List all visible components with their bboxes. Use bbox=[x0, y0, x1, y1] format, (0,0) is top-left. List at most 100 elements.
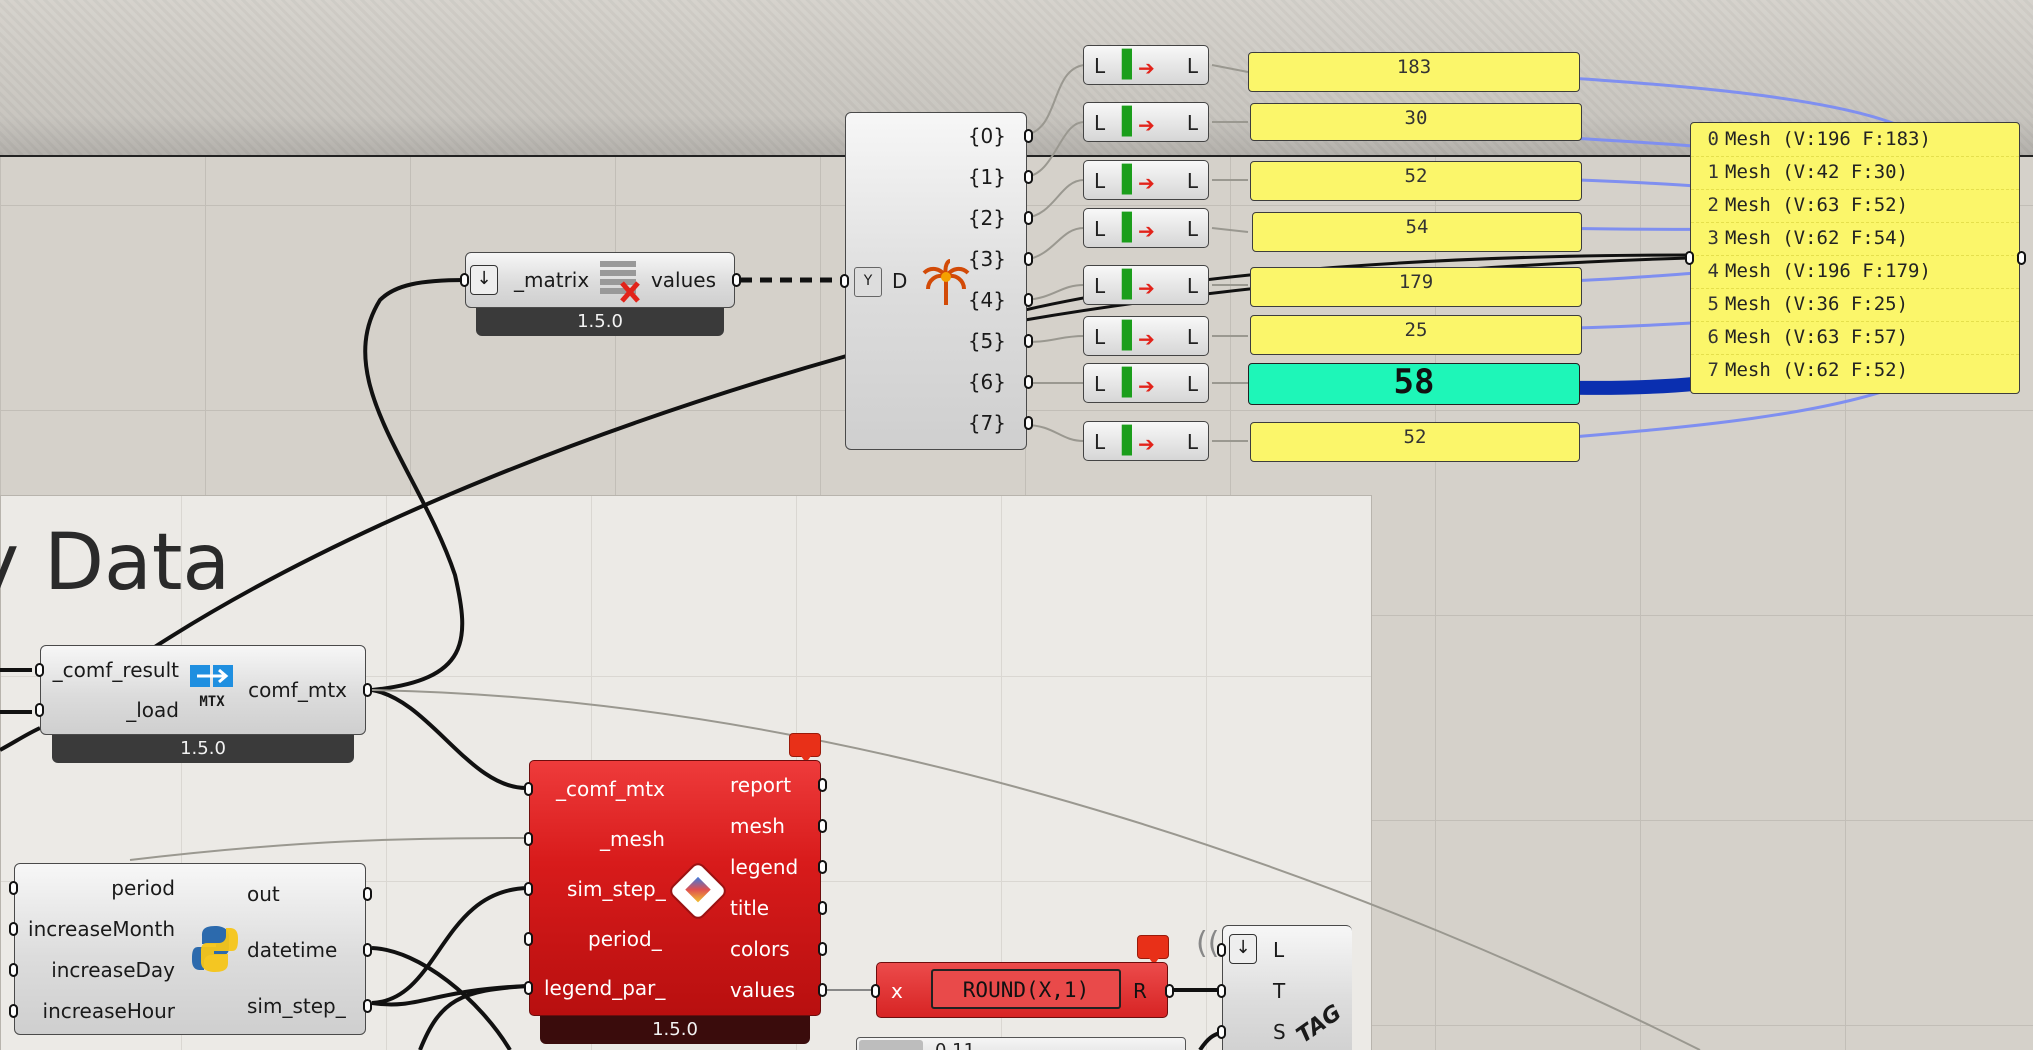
list-item-switch-0[interactable]: L ▌ ➔ L bbox=[1083, 45, 1209, 85]
tag-s-port[interactable] bbox=[1217, 1025, 1226, 1039]
list-item-switch-2[interactable]: L ▌ ➔ L bbox=[1083, 160, 1209, 200]
value-panel-3[interactable]: 54 bbox=[1252, 212, 1582, 252]
datetime-port[interactable] bbox=[363, 943, 372, 957]
value-panel-4[interactable]: 179 bbox=[1250, 267, 1582, 307]
value-panel-2[interactable]: 52 bbox=[1250, 161, 1582, 201]
tree-input-port[interactable] bbox=[840, 274, 849, 288]
comf-mtx-port[interactable] bbox=[524, 782, 533, 796]
recipe-version-badge: 1.5.0 bbox=[540, 1016, 810, 1044]
comfort-recipe-component[interactable]: _comf_mtx _mesh sim_step_ period_ legend… bbox=[524, 760, 827, 1016]
panel-value: 183 bbox=[1396, 56, 1432, 78]
list-item-arrow-icon: ➔ bbox=[1138, 374, 1155, 398]
tree-output-port-7[interactable] bbox=[1024, 416, 1033, 430]
value-panel-7[interactable]: 52 bbox=[1250, 422, 1580, 462]
expression-text-box[interactable]: ROUND(X,1) bbox=[931, 969, 1121, 1009]
wire-tree-switch-4 bbox=[1024, 284, 1085, 301]
tree-output-port-6[interactable] bbox=[1024, 375, 1033, 389]
tree-output-port-2[interactable] bbox=[1024, 211, 1033, 225]
period-port[interactable] bbox=[524, 932, 533, 946]
list-item-switch-5[interactable]: L ▌ ➔ L bbox=[1083, 316, 1209, 356]
mesh-list-input-port[interactable] bbox=[1685, 251, 1694, 265]
mesh-list-item: 2 Mesh (V:63 F:52) bbox=[1691, 189, 2019, 223]
mesh-index: 0 bbox=[1707, 128, 1719, 150]
increase-hour-port[interactable] bbox=[9, 1004, 18, 1018]
mesh-text: Mesh (V:63 F:57) bbox=[1725, 326, 1909, 348]
legend-output-label: legend bbox=[730, 855, 799, 879]
wire-tree-switch-1 bbox=[1024, 121, 1085, 178]
expression-input-label: x bbox=[891, 979, 903, 1003]
expression-component[interactable]: x ROUND(X,1) R bbox=[871, 962, 1174, 1018]
mesh-list-output-port[interactable] bbox=[2017, 251, 2026, 265]
tree-output-port-5[interactable] bbox=[1024, 334, 1033, 348]
comf-mtx-output-port[interactable] bbox=[363, 683, 372, 697]
number-slider[interactable]: 0.11 bbox=[856, 1037, 1186, 1050]
sim-step-port[interactable] bbox=[524, 882, 533, 896]
period-port[interactable] bbox=[9, 881, 18, 895]
tag-t-port[interactable] bbox=[1217, 984, 1226, 998]
list-item-switch-4[interactable]: L ▌ ➔ L bbox=[1083, 265, 1209, 305]
matrix-input-port[interactable] bbox=[460, 273, 469, 287]
slider-handle[interactable] bbox=[859, 1040, 923, 1050]
value-panel-0[interactable]: 183 bbox=[1248, 52, 1580, 92]
list-item-switch-7[interactable]: L ▌ ➔ L bbox=[1083, 421, 1209, 461]
tag-l-port[interactable] bbox=[1217, 943, 1226, 957]
value-panel-1[interactable]: 30 bbox=[1250, 103, 1582, 141]
mesh-text: Mesh (V:196 F:179) bbox=[1725, 260, 1931, 282]
increase-month-port[interactable] bbox=[9, 922, 18, 936]
list-item-switch-6[interactable]: L ▌ ➔ L bbox=[1083, 363, 1209, 403]
mesh-index: 1 bbox=[1707, 161, 1719, 183]
report-port[interactable] bbox=[818, 778, 827, 792]
expression-input-port[interactable] bbox=[871, 984, 880, 998]
colors-port[interactable] bbox=[818, 942, 827, 956]
value-panel-6-selected[interactable]: 58 bbox=[1248, 362, 1580, 405]
switch-left-label: L bbox=[1094, 217, 1106, 241]
legend-par-input-label: legend_par_ bbox=[544, 976, 666, 1000]
switch-right-label: L bbox=[1186, 169, 1198, 193]
grasshopper-canvas[interactable]: y Data bbox=[0, 0, 2033, 1050]
values-port[interactable] bbox=[818, 983, 827, 997]
mesh-out-port[interactable] bbox=[818, 819, 827, 833]
switch-right-label: L bbox=[1186, 111, 1198, 135]
increase-day-input-label: increaseDay bbox=[51, 958, 175, 982]
mesh-list-panel[interactable]: 0 Mesh (V:196 F:183) 1 Mesh (V:42 F:30) 2M… bbox=[1685, 122, 2026, 394]
list-item-switch-3[interactable]: L ▌ ➔ L bbox=[1083, 208, 1209, 248]
value-panel-5[interactable]: 25 bbox=[1250, 315, 1582, 355]
list-item-arrow-icon: ➔ bbox=[1138, 327, 1155, 351]
out-output-label: out bbox=[247, 882, 280, 906]
tree-output-port-0[interactable] bbox=[1024, 129, 1033, 143]
title-port[interactable] bbox=[818, 901, 827, 915]
expression-warning-bubble-icon[interactable] bbox=[1137, 935, 1169, 965]
tree-output-3: {3} bbox=[967, 247, 1006, 271]
mesh-text: Mesh (V:196 F:183) bbox=[1725, 128, 1931, 150]
load-port[interactable] bbox=[35, 703, 44, 717]
switch-left-label: L bbox=[1094, 54, 1106, 78]
wire-tree-switch-5 bbox=[1024, 335, 1085, 343]
mesh-port[interactable] bbox=[524, 832, 533, 846]
tree-output-port-3[interactable] bbox=[1024, 252, 1033, 266]
list-item-switch-1[interactable]: L ▌ ➔ L bbox=[1083, 102, 1209, 142]
report-output-label: report bbox=[730, 773, 792, 797]
tag-component[interactable]: ↓ L T S TAG bbox=[1217, 925, 1352, 1050]
legend-par-port[interactable] bbox=[524, 981, 533, 995]
out-port[interactable] bbox=[363, 887, 372, 901]
mesh-list-item: 1 Mesh (V:42 F:30) bbox=[1691, 156, 2019, 190]
list-item-arrow-icon: ➔ bbox=[1138, 219, 1155, 243]
mesh-list-item: 3 Mesh (V:62 F:54) bbox=[1691, 222, 2019, 256]
legend-port[interactable] bbox=[818, 860, 827, 874]
matrix-values-component[interactable]: ↓ _matrix values bbox=[460, 252, 741, 308]
python-datetime-component[interactable]: period increaseMonth increaseDay increas… bbox=[9, 863, 372, 1035]
expression-output-port[interactable] bbox=[1165, 984, 1174, 998]
sim-step-port[interactable] bbox=[363, 999, 372, 1013]
wire-tree-switch-7 bbox=[1024, 424, 1085, 442]
tag-arrow-icon[interactable]: ↓ bbox=[1229, 934, 1257, 964]
tree-output-port-1[interactable] bbox=[1024, 170, 1033, 184]
comf-result-port[interactable] bbox=[35, 663, 44, 677]
arrow-down-icon[interactable]: ↓ bbox=[470, 265, 498, 295]
explode-tree-component[interactable]: Y D {0} {1} {2} {3} {4} {5} {6} {7} bbox=[840, 112, 1033, 450]
tree-output-0: {0} bbox=[967, 124, 1006, 148]
values-output-port[interactable] bbox=[732, 273, 741, 287]
tree-output-port-4[interactable] bbox=[1024, 293, 1033, 307]
increase-day-port[interactable] bbox=[9, 963, 18, 977]
comf-mtx-component[interactable]: _comf_result _load MTX comf_mtx bbox=[35, 645, 372, 735]
warning-bubble-icon[interactable] bbox=[789, 733, 821, 763]
